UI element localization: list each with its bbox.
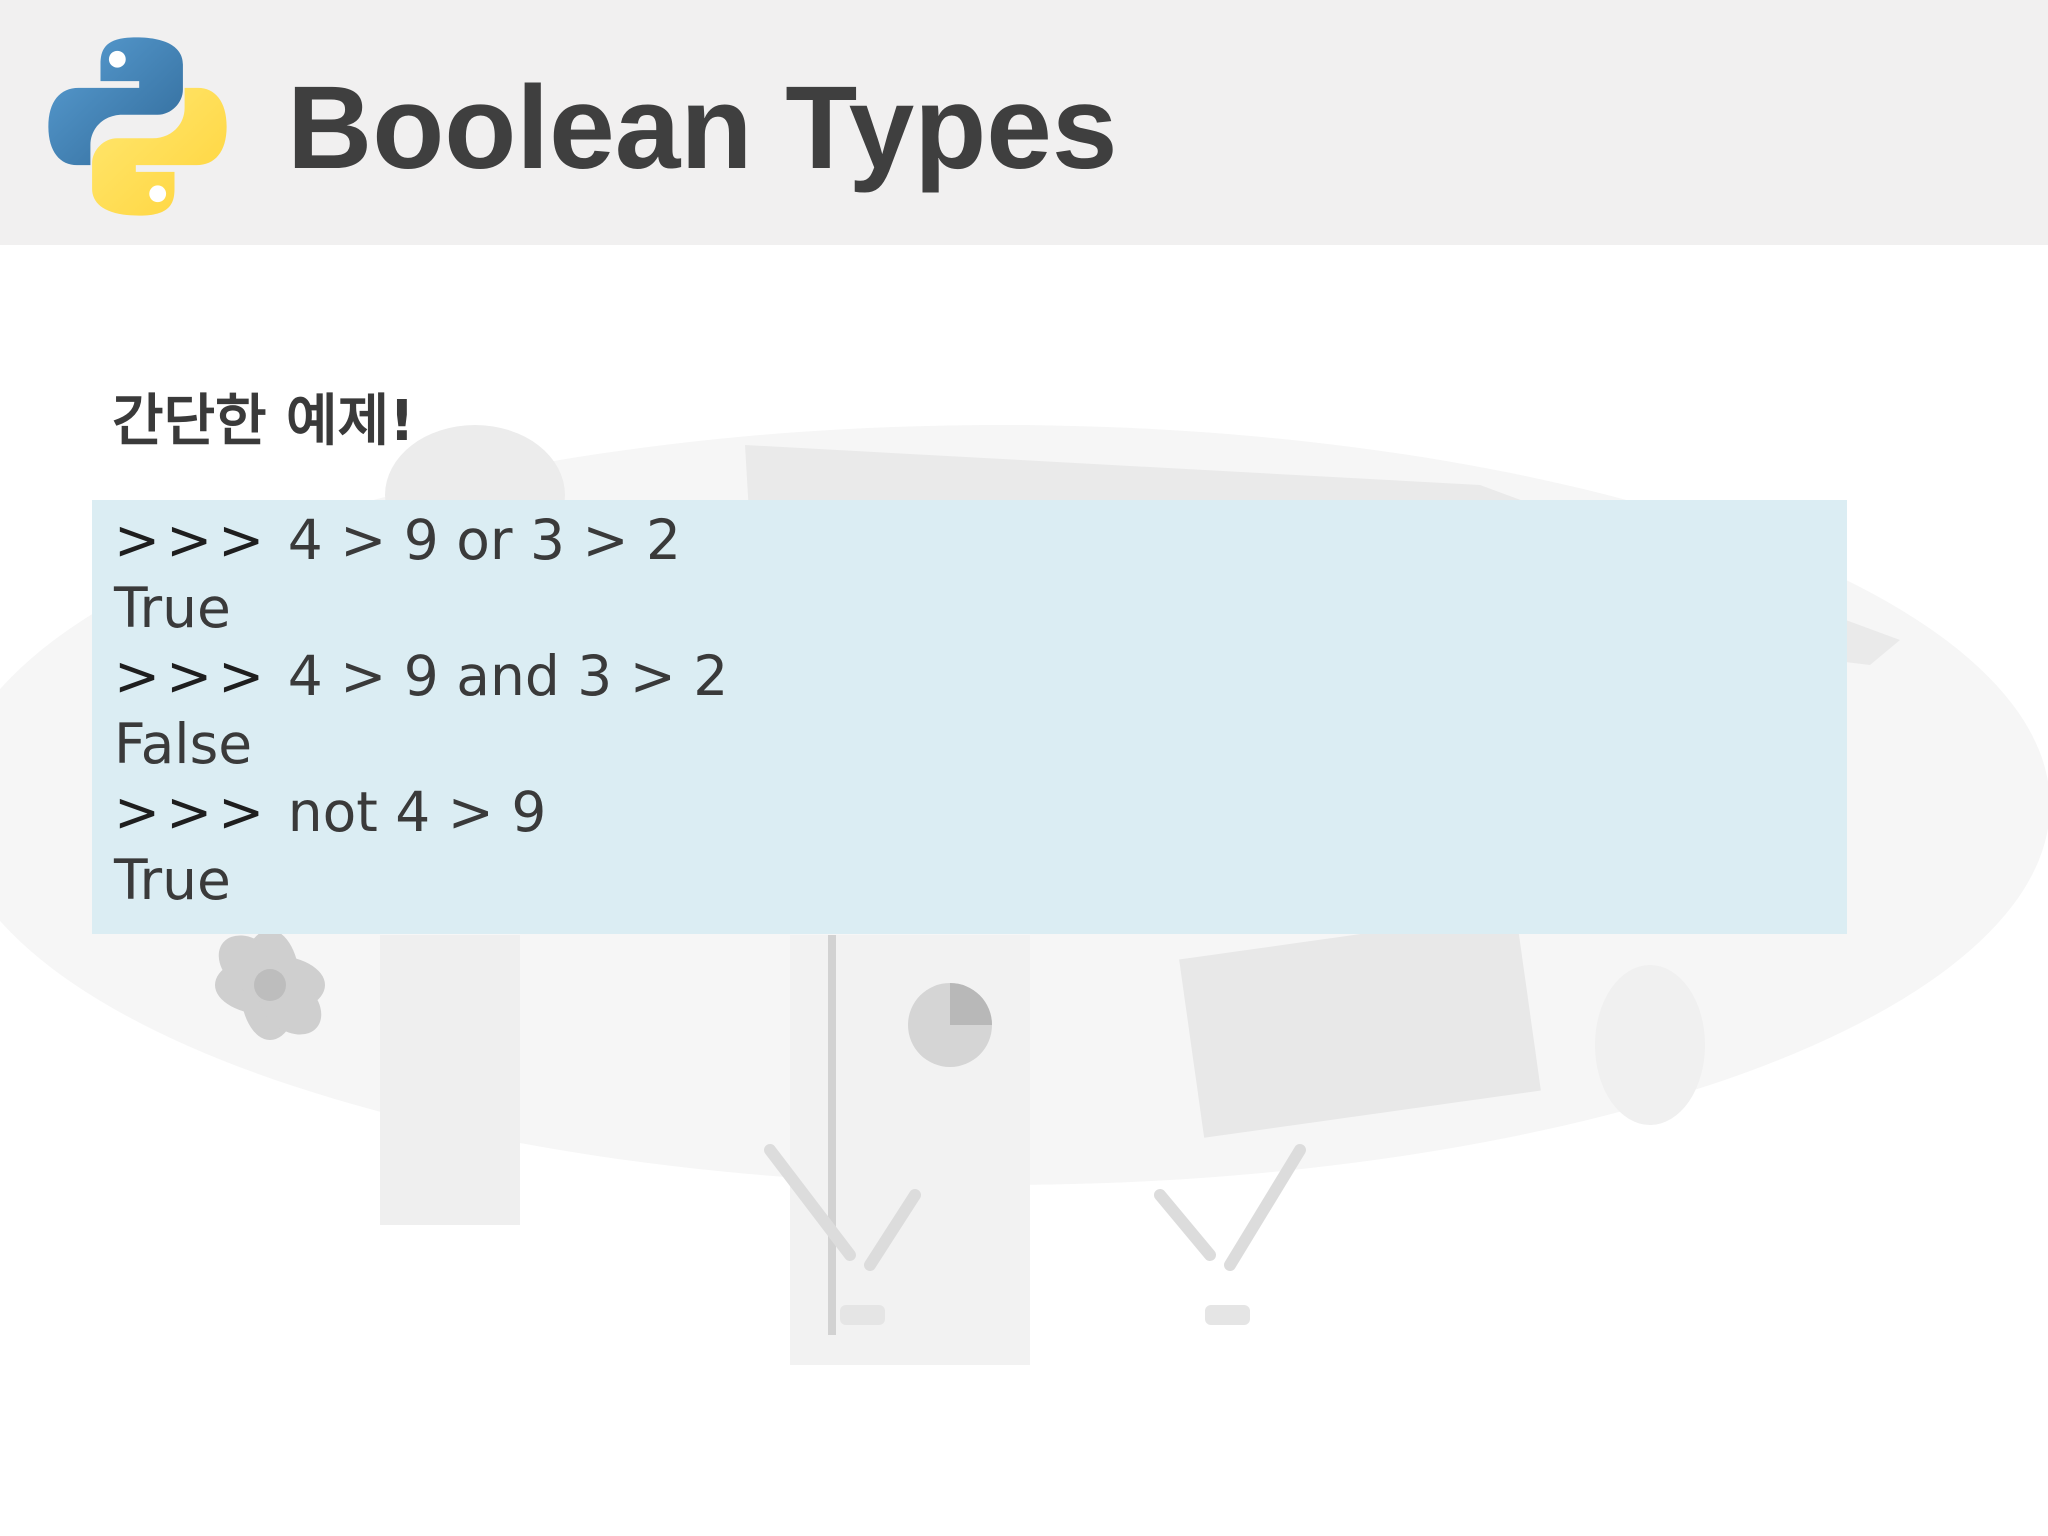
code-line: >>> 4 > 9 and 3 > 2 bbox=[114, 642, 1847, 710]
code-output-line: False bbox=[114, 710, 1847, 778]
code-output: False bbox=[114, 712, 253, 776]
python-logo-icon bbox=[45, 34, 230, 219]
code-text: 4 > 9 and 3 > 2 bbox=[270, 644, 729, 708]
code-output-line: True bbox=[114, 574, 1847, 642]
section-subheading: 간단한 예제! bbox=[112, 389, 415, 454]
repl-prompt: >>> bbox=[114, 644, 271, 708]
repl-prompt: >>> bbox=[114, 508, 271, 572]
code-text: not 4 > 9 bbox=[270, 780, 547, 844]
code-output: True bbox=[114, 576, 231, 640]
code-output-line: True bbox=[114, 846, 1847, 914]
code-line: >>> 4 > 9 or 3 > 2 bbox=[114, 506, 1847, 574]
slide-header: Boolean Types bbox=[0, 0, 2048, 245]
code-line: >>> not 4 > 9 bbox=[114, 778, 1847, 846]
code-text: 4 > 9 or 3 > 2 bbox=[270, 508, 682, 572]
code-example-box: >>> 4 > 9 or 3 > 2 True >>> 4 > 9 and 3 … bbox=[92, 500, 1847, 934]
code-output: True bbox=[114, 848, 231, 912]
repl-prompt: >>> bbox=[114, 780, 271, 844]
slide-title: Boolean Types bbox=[287, 62, 1118, 194]
